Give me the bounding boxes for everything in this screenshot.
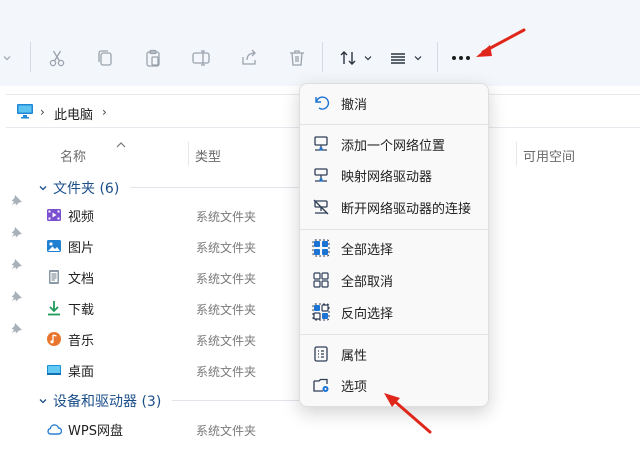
item-type: 系统文件夹: [196, 272, 257, 286]
menu-item-label: 映射网络驱动器: [341, 169, 433, 185]
menu-divider: [300, 124, 488, 125]
options-icon: [313, 378, 329, 392]
item-type: 系统文件夹: [196, 424, 257, 438]
item-type: 系统文件夹: [196, 210, 257, 224]
menu-item-label: 属性: [341, 348, 368, 364]
add-network-location-icon: [314, 136, 328, 151]
menu-item-add-network-location[interactable]: 添加一个网络位置: [308, 130, 482, 158]
pin-icon[interactable]: [11, 322, 23, 334]
menu-divider: [300, 334, 488, 335]
paste-icon[interactable]: [141, 46, 165, 70]
pictures-folder-icon: [47, 240, 61, 252]
copy-icon[interactable]: [93, 46, 117, 70]
downloads-folder-icon: [48, 301, 60, 316]
menu-item-label: 添加一个网络位置: [341, 138, 446, 154]
command-bar: [0, 0, 640, 86]
menu-item-label: 全部选择: [341, 242, 394, 258]
menu-item-label: 反向选择: [341, 306, 394, 322]
menu-item-label: 全部取消: [341, 274, 394, 290]
menu-item-label: 断开网络驱动器的连接: [341, 201, 472, 217]
disconnect-network-drive-icon: [313, 199, 329, 215]
properties-icon: [314, 346, 328, 362]
group-divider: [172, 400, 300, 401]
item-name: 下载: [68, 302, 95, 318]
menu-item-label: 撤消: [341, 97, 368, 113]
menu-divider: [300, 229, 488, 230]
cloud-icon: [47, 424, 62, 435]
select-none-icon: [313, 272, 329, 288]
column-header-free-space[interactable]: 可用空间: [523, 146, 575, 165]
view-icon[interactable]: [386, 46, 410, 70]
share-icon[interactable]: [237, 46, 261, 70]
menu-item-disconnect-network-drive[interactable]: 断开网络驱动器的连接: [308, 193, 482, 221]
desktop-folder-icon: [47, 365, 61, 375]
group-divider: [130, 187, 300, 188]
item-name: 视频: [68, 209, 95, 225]
item-name: WPS网盘: [68, 423, 123, 439]
item-name: 音乐: [68, 333, 95, 349]
pin-icon[interactable]: [11, 290, 23, 302]
video-folder-icon: [47, 209, 61, 221]
item-name: 桌面: [68, 364, 95, 380]
menu-item-map-network-drive[interactable]: 映射网络驱动器: [308, 161, 482, 189]
cut-icon[interactable]: [45, 46, 69, 70]
map-network-drive-icon: [314, 168, 328, 182]
toolbar-divider: [437, 42, 438, 72]
list-item[interactable]: 视频: [46, 204, 306, 226]
invert-selection-icon: [312, 303, 330, 321]
menu-item-invert-selection[interactable]: 反向选择: [308, 298, 482, 326]
group-label: 文件夹 (6): [53, 181, 120, 197]
menu-item-options[interactable]: 选项: [308, 371, 482, 399]
toolbar-divider: [30, 42, 31, 72]
select-all-icon: [312, 239, 330, 257]
delete-icon[interactable]: [285, 46, 309, 70]
more-options-menu: 撤消 添加一个网络位置 映射网络驱动器 断开网络驱动器的连接 全部选择 全部取消…: [299, 83, 489, 407]
list-item[interactable]: 下载: [46, 297, 306, 319]
breadcrumb-this-pc[interactable]: 此电脑: [54, 104, 93, 123]
item-name: 图片: [68, 240, 95, 256]
item-type: 系统文件夹: [196, 241, 257, 255]
breadcrumb-chevron-icon[interactable]: ›: [102, 105, 107, 119]
more-icon[interactable]: [452, 52, 472, 64]
sort-ascending-icon: [116, 138, 126, 148]
item-type: 系统文件夹: [196, 365, 257, 379]
chevron-down-icon[interactable]: [413, 52, 423, 62]
column-header-name[interactable]: 名称: [60, 146, 86, 165]
sort-icon[interactable]: [336, 46, 360, 70]
music-folder-icon: [47, 332, 61, 346]
documents-folder-icon: [49, 270, 59, 284]
list-item[interactable]: 图片: [46, 235, 306, 257]
list-item[interactable]: 音乐: [46, 328, 306, 350]
menu-item-select-none[interactable]: 全部取消: [308, 266, 482, 294]
column-divider[interactable]: [516, 142, 517, 166]
this-pc-icon: [16, 103, 34, 119]
group-header-folders[interactable]: 文件夹 (6): [38, 178, 119, 198]
undo-icon: [315, 96, 330, 110]
chevron-down-icon[interactable]: [2, 52, 12, 62]
menu-item-properties[interactable]: 属性: [308, 340, 482, 368]
menu-item-undo[interactable]: 撤消: [308, 89, 482, 117]
group-header-devices[interactable]: 设备和驱动器 (3): [38, 391, 161, 411]
breadcrumb-chevron-icon[interactable]: ›: [40, 105, 45, 119]
item-type: 系统文件夹: [196, 334, 257, 348]
item-type: 系统文件夹: [196, 303, 257, 317]
item-name: 文档: [68, 271, 95, 287]
chevron-down-icon[interactable]: [38, 183, 48, 193]
pin-icon[interactable]: [11, 258, 23, 270]
menu-item-label: 选项: [341, 379, 368, 395]
chevron-down-icon[interactable]: [38, 396, 48, 406]
toolbar-divider: [322, 42, 323, 72]
column-divider[interactable]: [188, 142, 189, 166]
menu-item-select-all[interactable]: 全部选择: [308, 234, 482, 262]
pin-icon[interactable]: [11, 194, 23, 206]
list-item[interactable]: WPS网盘: [46, 418, 306, 440]
column-header-type[interactable]: 类型: [195, 146, 221, 165]
group-label: 设备和驱动器 (3): [53, 394, 162, 410]
rename-icon[interactable]: [189, 46, 213, 70]
pin-icon[interactable]: [11, 226, 23, 238]
chevron-down-icon[interactable]: [363, 52, 373, 62]
list-item[interactable]: 桌面: [46, 359, 306, 381]
list-item[interactable]: 文档: [46, 266, 306, 288]
